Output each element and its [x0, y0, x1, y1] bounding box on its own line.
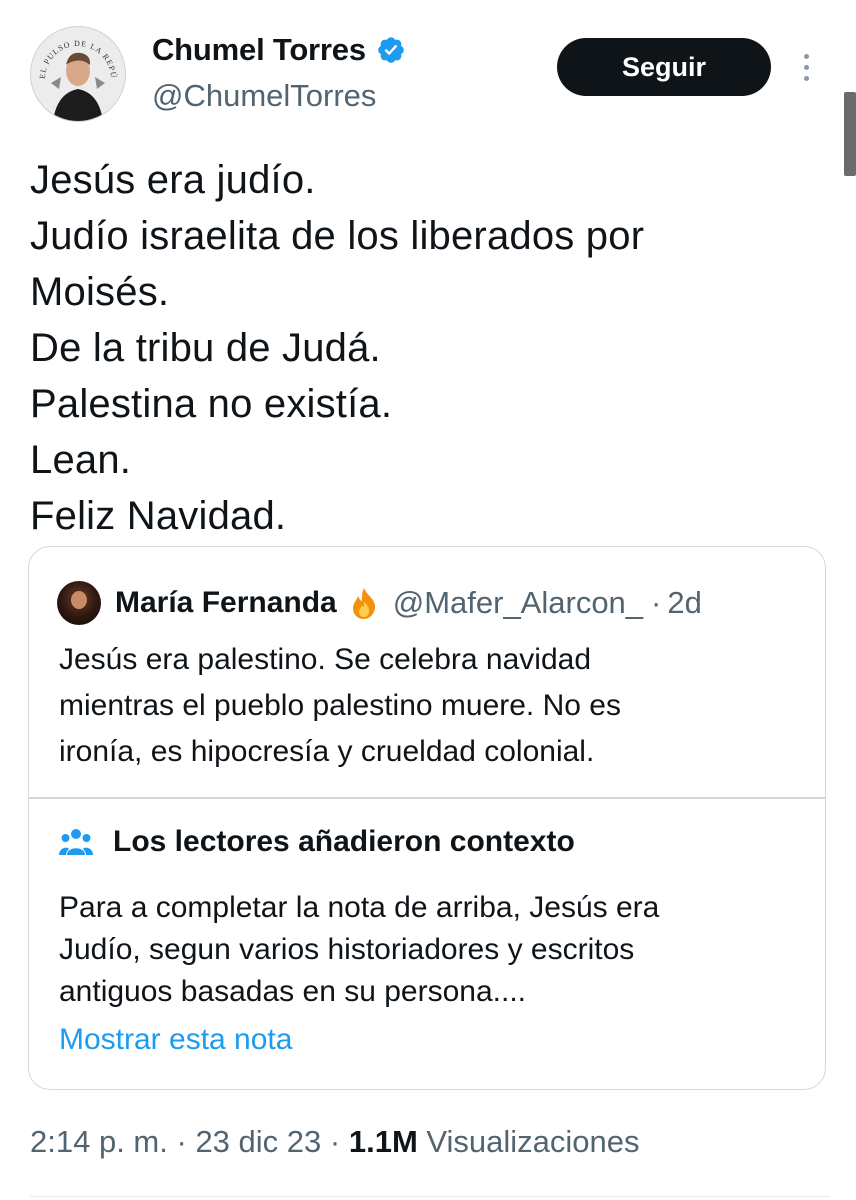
quoted-line: ironía, es hipocresía y crueldad colonia…	[59, 735, 595, 768]
quoted-tweet-text: Jesús era palestino. Se celebra navidad …	[59, 637, 819, 775]
tweet-line: Palestina no existía.	[30, 382, 393, 426]
meta-separator: ·	[329, 1124, 341, 1159]
views-count: 1.1M	[348, 1124, 418, 1159]
meta-separator: ·	[176, 1124, 187, 1159]
show-note-link[interactable]: Mostrar esta nota	[59, 1023, 292, 1057]
quoted-tweet-header: María Fernanda @Mafer_Alarcon_ · 2d	[57, 581, 702, 625]
note-line: Para a completar la nota de arriba, Jesú…	[59, 891, 660, 924]
quoted-line: Jesús era palestino. Se celebra navidad	[59, 643, 592, 676]
note-divider	[29, 797, 825, 799]
quoted-tweet-card[interactable]: María Fernanda @Mafer_Alarcon_ · 2d Jesú…	[28, 546, 826, 1090]
quoted-author-handle[interactable]: @Mafer_Alarcon_	[393, 585, 643, 621]
tweet-line: Lean.	[30, 438, 132, 482]
community-note-header: Los lectores añadieron contexto	[59, 825, 575, 859]
quoted-separator: ·	[651, 585, 662, 620]
more-options-icon[interactable]	[800, 50, 812, 86]
tweet-text: Jesús era judío. Judío israelita de los …	[30, 152, 820, 544]
note-line: Judío, segun varios historiadores y escr…	[59, 933, 635, 966]
quoted-author-name[interactable]: María Fernanda	[115, 586, 337, 620]
tweet-time[interactable]: 2:14 p. m.	[30, 1124, 168, 1159]
tweet-line: De la tribu de Judá.	[30, 326, 381, 370]
author-handle[interactable]: @ChumelTorres	[152, 78, 376, 114]
author-avatar[interactable]: EL PULSO DE LA REPÚBLICA	[30, 26, 126, 122]
quoted-line: mientras el pueblo palestino muere. No e…	[59, 689, 621, 722]
tweet-line: Jesús era judío.	[30, 158, 316, 202]
author-avatar-image: EL PULSO DE LA REPÚBLICA	[31, 27, 125, 121]
follow-button[interactable]: Seguir	[557, 38, 771, 96]
note-line: antiguos basadas en su persona....	[59, 975, 526, 1008]
tweet-line: Feliz Navidad.	[30, 494, 287, 538]
scrollbar[interactable]	[844, 92, 856, 176]
quoted-author-avatar[interactable]	[57, 581, 101, 625]
quoted-age[interactable]: 2d	[667, 585, 701, 621]
community-notes-people-icon	[59, 829, 93, 855]
tweet-line: Judío israelita de los liberados por	[30, 214, 645, 258]
tweet-meta: 2:14 p. m. · 23 dic 23 · 1.1M Visualizac…	[30, 1124, 640, 1160]
author-name-row: Chumel Torres	[152, 32, 406, 68]
verified-badge-icon	[378, 37, 404, 63]
views-label: Visualizaciones	[426, 1124, 640, 1159]
tweet-line: Moisés.	[30, 270, 170, 314]
tweet-header: EL PULSO DE LA REPÚBLICA Chumel Torres @…	[30, 26, 830, 126]
tweet-date[interactable]: 23 dic 23	[195, 1124, 321, 1159]
fire-emoji-icon	[352, 588, 375, 619]
community-note-text: Para a completar la nota de arriba, Jesú…	[59, 887, 819, 1013]
author-display-name[interactable]: Chumel Torres	[152, 32, 366, 68]
community-note-title: Los lectores añadieron contexto	[113, 825, 575, 858]
bottom-divider	[30, 1196, 830, 1197]
